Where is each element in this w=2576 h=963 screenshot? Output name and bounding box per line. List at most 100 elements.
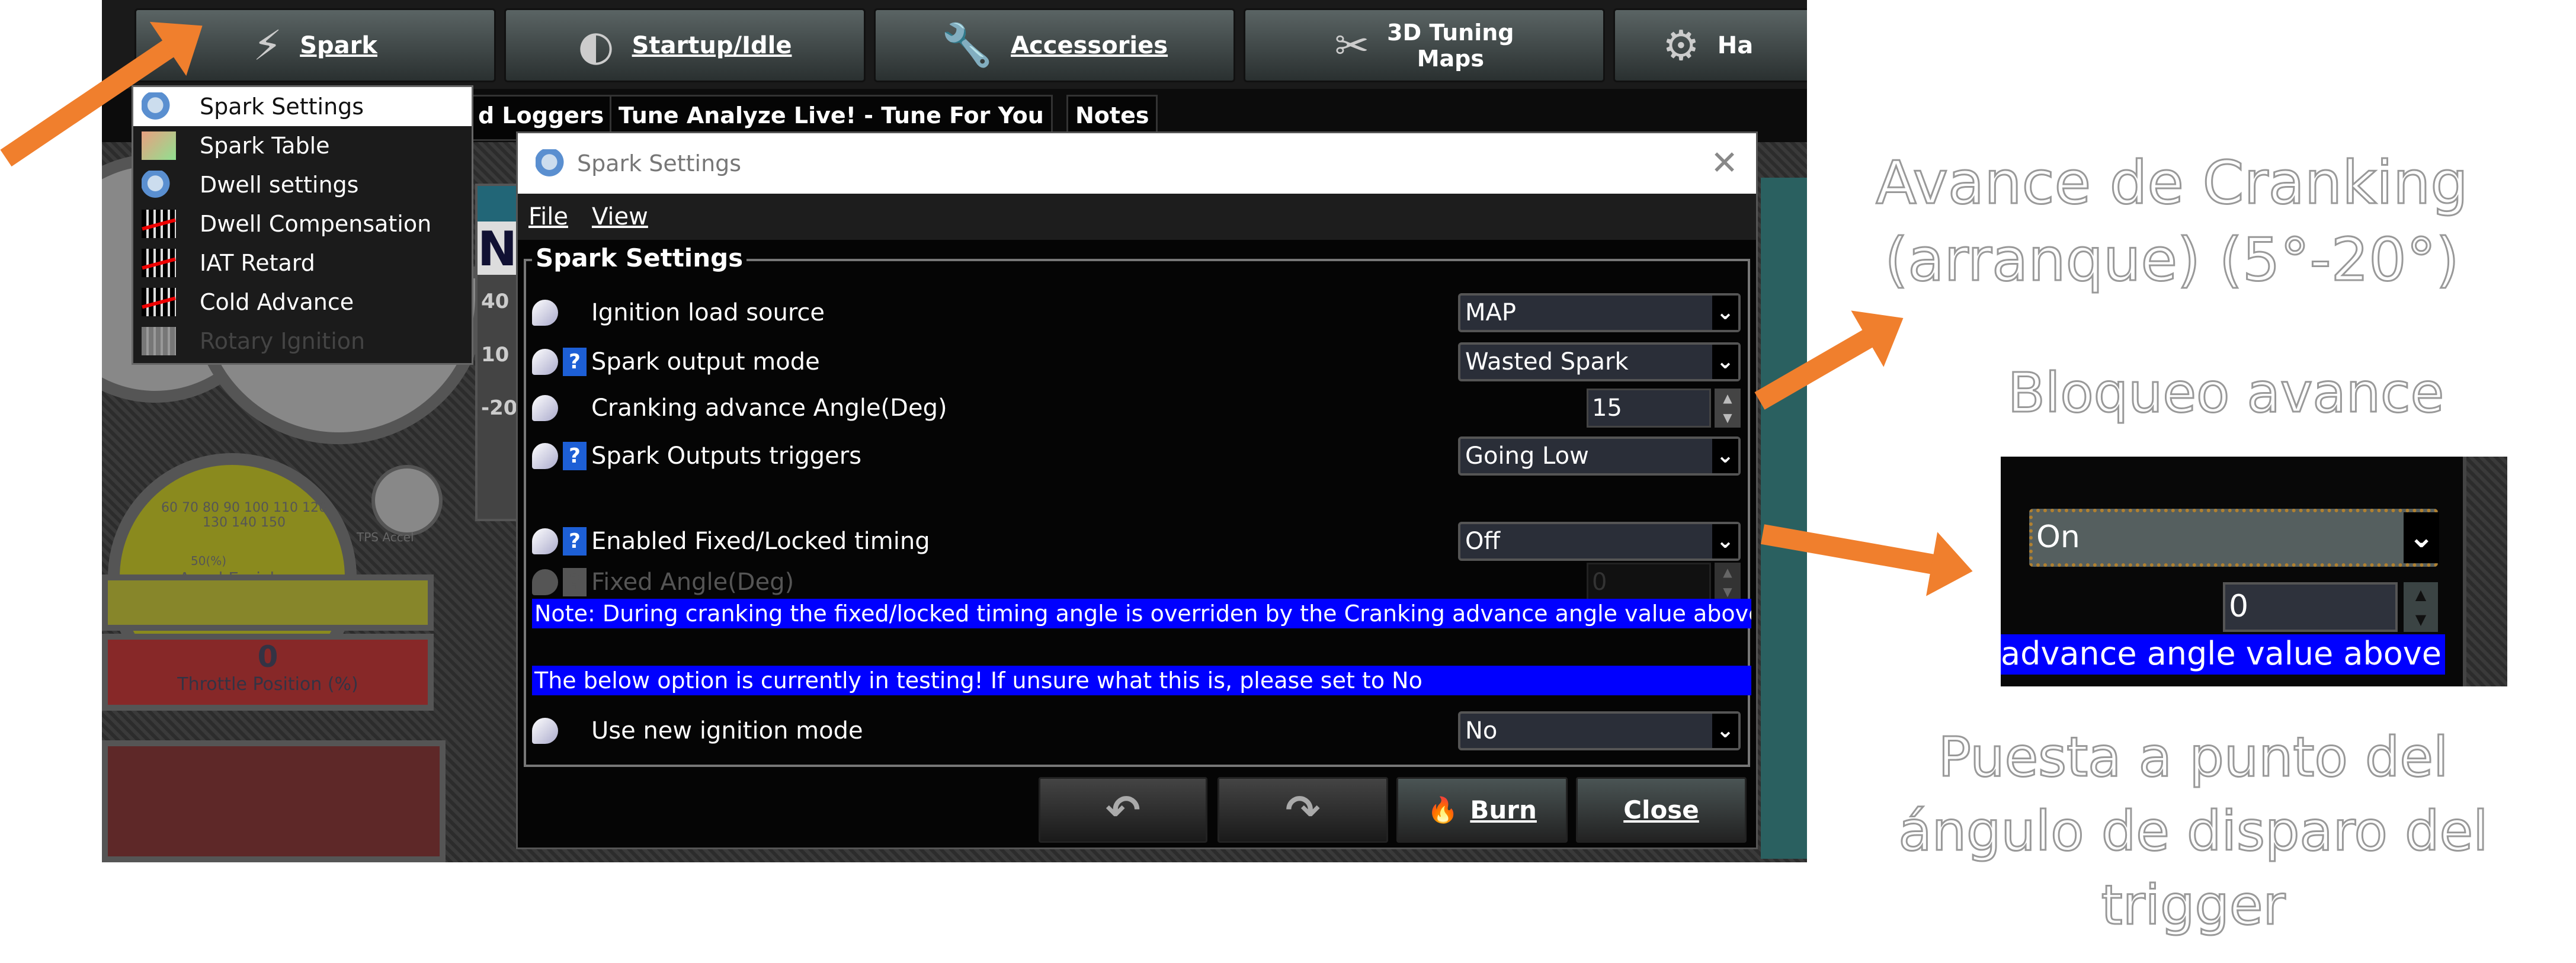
button-label: Close — [1623, 795, 1699, 824]
select-value: Going Low — [1465, 442, 1589, 470]
annotation-trigger-line3: trigger — [2100, 873, 2286, 938]
inset-dropdown: On ⌄ — [2029, 509, 2439, 567]
spinner-arrows: ▲ ▼ — [2404, 582, 2438, 632]
spark-output-mode-select[interactable]: Wasted Spark ⌄ — [1458, 342, 1741, 381]
throttle-position-gauge: 0 Throttle Position (%) — [102, 634, 434, 711]
spark-settings-dialog: Spark Settings ✕ File View Spark Settings… — [516, 131, 1758, 849]
menu-item-label: Dwell settings — [200, 172, 359, 198]
curve-icon — [142, 288, 176, 316]
chevron-down-icon: ⌄ — [1712, 345, 1738, 379]
new-ignition-mode-select[interactable]: No ⌄ — [1458, 711, 1741, 750]
edit-icon — [532, 349, 558, 375]
inset-spinner: 0 — [2223, 582, 2398, 632]
flame-icon: 🔥 — [1427, 795, 1459, 824]
edit-icon — [532, 395, 558, 421]
tick-label: 130 — [203, 515, 228, 530]
locked-timing-inset: On ⌄ 0 ▲ ▼ advance angle value above — [2001, 457, 2507, 686]
select-value: MAP — [1465, 299, 1516, 326]
accessories-button[interactable]: 🔧 Accessories — [874, 8, 1235, 82]
chevron-down-icon: ⌄ — [2404, 512, 2439, 563]
toolbar: ⚡ Spark ◐ Startup/Idle 🔧 Accessories ✂ 3D Tu… — [102, 0, 1807, 89]
dialog-menubar: File View — [518, 194, 1756, 240]
field-label: Enabled Fixed/Locked timing — [591, 528, 930, 555]
chevron-down-icon: ⌄ — [1712, 714, 1738, 748]
tick-label: 150 — [261, 515, 286, 530]
tick-label: 120 — [302, 500, 327, 515]
dialog-titlebar: Spark Settings ✕ — [518, 133, 1756, 194]
tools-icon: ✂ — [1334, 21, 1370, 70]
menu-item-spark-table[interactable]: Spark Table — [133, 126, 472, 165]
button-label: Ha — [1717, 31, 1754, 59]
edit-icon — [532, 443, 558, 469]
settings-icon — [536, 149, 570, 178]
spark-plug-icon: ⚡ — [253, 21, 283, 70]
button-label: Startup/Idle — [632, 31, 792, 59]
close-button[interactable]: Close — [1576, 777, 1747, 843]
button-label: Spark — [300, 31, 377, 59]
throttle-graph — [102, 740, 446, 862]
menu-item-spark-settings[interactable]: Spark Settings — [133, 87, 472, 126]
tick-label: 140 — [232, 515, 257, 530]
help-icon[interactable]: ? — [563, 348, 587, 376]
hardware-button[interactable]: ⚙ Ha — [1613, 8, 1807, 82]
3d-tuning-maps-button[interactable]: ✂ 3D Tuning Maps — [1244, 8, 1605, 82]
gauge-ticks: 60 70 80 90 100 110 120 130 140 150 — [161, 500, 327, 530]
help-icon[interactable]: ? — [563, 527, 587, 556]
tick-label: 80 — [203, 500, 219, 515]
menu-item-cold-advance[interactable]: Cold Advance — [133, 283, 472, 322]
background-strip — [2463, 457, 2507, 686]
fixed-timing-select[interactable]: Off ⌄ — [1458, 522, 1741, 561]
annotation-cranking-sub: (arranque) (5°-20°) — [1884, 224, 2460, 296]
spinner-arrows: ▲ ▼ — [1715, 563, 1741, 602]
note-band: Note: During cranking the fixed/locked t… — [532, 599, 1751, 628]
annotation-trigger-line1: Puesta a punto del — [1937, 725, 2449, 790]
redo-button[interactable]: ↷ — [1217, 777, 1388, 843]
tps-label: TPS Accel — [357, 530, 414, 544]
annotation-trigger-line2: ángulo de disparo del — [1898, 799, 2489, 864]
spark-output-mode-row: ? Spark output mode Wasted Spark ⌄ — [532, 341, 1747, 383]
undo-button[interactable]: ↶ — [1039, 777, 1207, 843]
ignition-load-source-select[interactable]: MAP ⌄ — [1458, 293, 1741, 332]
edit-icon — [532, 569, 558, 595]
cranking-advance-input[interactable]: 15 — [1587, 389, 1711, 428]
menu-item-iat-retard[interactable]: IAT Retard — [133, 243, 472, 283]
undo-icon: ↶ — [1106, 785, 1140, 834]
chevron-down-icon: ⌄ — [1712, 524, 1738, 558]
curve-icon — [142, 327, 176, 355]
spinner-arrows[interactable]: ▲ ▼ — [1715, 389, 1741, 428]
select-value: Off — [1465, 528, 1501, 555]
wrench-icon: 🔧 — [941, 21, 994, 69]
menu-item-label: IAT Retard — [200, 250, 315, 276]
piston-icon: ⚙ — [1662, 21, 1700, 70]
button-label: 3D Tuning — [1387, 19, 1514, 46]
gauge-unit: 50(%) — [191, 554, 227, 568]
annotation-lock-title: Bloqueo avance — [2007, 361, 2444, 426]
startup-idle-button[interactable]: ◐ Startup/Idle — [504, 8, 866, 82]
button-label: Accessories — [1011, 31, 1168, 59]
button-label: Burn — [1470, 795, 1537, 824]
ignition-load-source-row: Ignition load source MAP ⌄ — [532, 292, 1747, 333]
edit-icon — [532, 528, 558, 554]
close-icon[interactable]: ✕ — [1710, 144, 1738, 182]
throttle-value: 0 — [257, 640, 278, 674]
menu-item-dwell-settings[interactable]: Dwell settings — [133, 165, 472, 204]
spark-outputs-triggers-select[interactable]: Going Low ⌄ — [1458, 436, 1741, 476]
button-label: Maps — [1417, 45, 1484, 72]
help-icon[interactable]: ? — [563, 442, 587, 470]
menu-item-dwell-compensation[interactable]: Dwell Compensation — [133, 204, 472, 243]
menu-file[interactable]: File — [528, 203, 568, 230]
tick-label: 70 — [182, 500, 198, 515]
tick-label: 100 — [244, 500, 269, 515]
throttle-label: Throttle Position (%) — [177, 674, 358, 695]
cranking-advance-row: Cranking advance Angle(Deg) 15 ▲ ▼ — [532, 387, 1747, 429]
burn-button[interactable]: 🔥 Burn — [1396, 777, 1568, 843]
gauge-icon: ◐ — [578, 21, 614, 70]
yellow-bar-gauge — [102, 574, 434, 631]
menu-view[interactable]: View — [592, 203, 648, 230]
field-label: Spark Outputs triggers — [591, 442, 862, 470]
menu-item-label: Dwell Compensation — [200, 211, 432, 237]
fixed-timing-row: ? Enabled Fixed/Locked timing Off ⌄ — [532, 521, 1747, 562]
edit-icon — [532, 300, 558, 326]
chevron-down-icon: ⌄ — [1712, 439, 1738, 473]
new-ignition-mode-row: Use new ignition mode No ⌄ — [532, 710, 1747, 752]
